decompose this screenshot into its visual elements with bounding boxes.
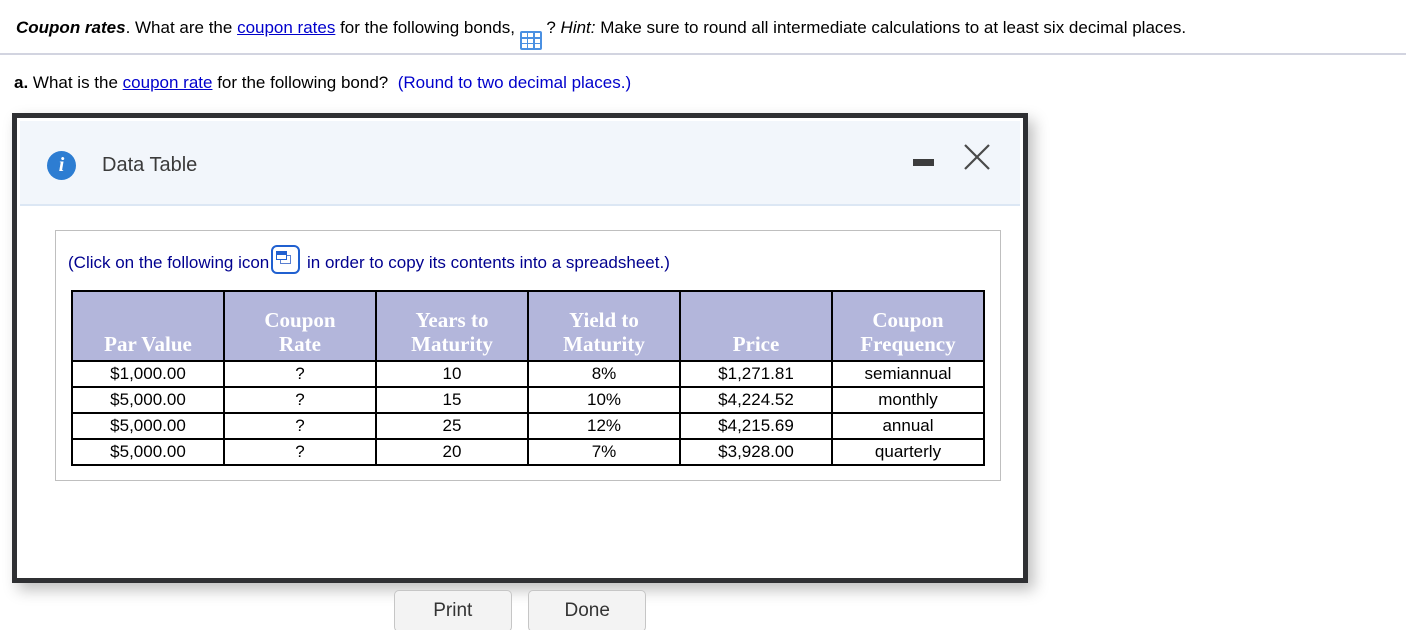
table-row: $1,000.00 ? 10 8% $1,271.81 semiannual: [71, 360, 985, 388]
column-header-coupon-rate: Coupon Rate: [223, 290, 377, 362]
close-icon[interactable]: [959, 139, 995, 175]
header-line-1: Coupon: [872, 308, 944, 332]
question2-text-a: What is the: [28, 73, 123, 92]
question-text-b: for the following bonds,: [335, 18, 520, 37]
cell-coupon-rate: ?: [223, 360, 377, 388]
hint-text: Make sure to round all intermediate calc…: [595, 18, 1187, 37]
hint-label: Hint:: [560, 18, 596, 37]
question-part-label: a.: [14, 73, 29, 92]
cell-coupon-rate: ?: [223, 412, 377, 440]
table-row: $5,000.00 ? 20 7% $3,928.00 quarterly: [71, 438, 985, 466]
table-head: Par Value Coupon Rate Years to Maturity: [71, 290, 985, 362]
question-text-a: . What are the: [125, 18, 238, 37]
cell-years-to-maturity: 10: [375, 360, 529, 388]
question-line-1: Coupon rates. What are the coupon rates …: [16, 15, 1186, 50]
cell-price: $4,224.52: [679, 386, 833, 414]
dialog-inner: i Data Table (Click on the following ico…: [17, 118, 1023, 630]
cell-coupon-frequency: monthly: [831, 386, 985, 414]
header-line-1: Years to: [415, 308, 489, 332]
cell-price: $1,271.81: [679, 360, 833, 388]
cell-yield-to-maturity: 12%: [527, 412, 681, 440]
header-line-2: Par Value: [104, 332, 192, 356]
cell-coupon-frequency: quarterly: [831, 438, 985, 466]
done-button[interactable]: Done: [528, 590, 647, 630]
cell-par-value: $5,000.00: [71, 438, 225, 466]
header-line-2: Rate: [279, 332, 321, 356]
header-line-2: Frequency: [860, 332, 956, 356]
dialog-body: (Click on the following icon in order to…: [20, 206, 1020, 630]
column-header-years-to-maturity: Years to Maturity: [375, 290, 529, 362]
coupon-rates-link[interactable]: coupon rates: [237, 18, 335, 37]
cell-coupon-rate: ?: [223, 386, 377, 414]
table-row: $5,000.00 ? 25 12% $4,215.69 annual: [71, 412, 985, 440]
cell-yield-to-maturity: 7%: [527, 438, 681, 466]
table-panel: (Click on the following icon in order to…: [55, 230, 1001, 481]
table-row: $5,000.00 ? 15 10% $4,224.52 monthly: [71, 386, 985, 414]
cell-par-value: $1,000.00: [71, 360, 225, 388]
minimize-button[interactable]: [913, 159, 934, 166]
bond-data-table: Par Value Coupon Rate Years to Maturity: [71, 290, 985, 466]
copy-hint-text-a: (Click on the following icon: [68, 253, 270, 272]
cell-coupon-rate: ?: [223, 438, 377, 466]
cell-years-to-maturity: 15: [375, 386, 529, 414]
header-line-1: Coupon: [264, 308, 336, 332]
copy-hint: (Click on the following icon in order to…: [66, 245, 990, 274]
copy-to-spreadsheet-icon[interactable]: [271, 245, 301, 274]
cell-coupon-frequency: semiannual: [831, 360, 985, 388]
cell-par-value: $5,000.00: [71, 412, 225, 440]
cell-price: $3,928.00: [679, 438, 833, 466]
cell-yield-to-maturity: 10%: [527, 386, 681, 414]
header-line-2: Maturity: [411, 332, 493, 356]
cell-price: $4,215.69: [679, 412, 833, 440]
print-button[interactable]: Print: [393, 590, 512, 630]
cell-par-value: $5,000.00: [71, 386, 225, 414]
cell-coupon-frequency: annual: [831, 412, 985, 440]
cell-yield-to-maturity: 8%: [527, 360, 681, 388]
info-icon: i: [47, 151, 76, 180]
coupon-rate-link[interactable]: coupon rate: [123, 73, 213, 92]
rounding-instruction: (Round to two decimal places.): [397, 73, 632, 92]
cell-years-to-maturity: 25: [375, 412, 529, 440]
table-header-row: Par Value Coupon Rate Years to Maturity: [71, 290, 985, 362]
horizontal-divider: [0, 53, 1406, 55]
page-root: Coupon rates. What are the coupon rates …: [0, 0, 1406, 630]
dialog-footer: Print Done: [20, 590, 1020, 630]
cell-years-to-maturity: 20: [375, 438, 529, 466]
dialog-title: Data Table: [102, 154, 198, 176]
copy-hint-text-b: in order to copy its contents into a spr…: [302, 253, 670, 272]
column-header-coupon-frequency: Coupon Frequency: [831, 290, 985, 362]
question-line-2: a. What is the coupon rate for the follo…: [14, 70, 631, 96]
data-table-dialog: i Data Table (Click on the following ico…: [12, 113, 1028, 630]
question2-text-b: for the following bond?: [212, 73, 389, 92]
column-header-par-value: Par Value: [71, 290, 225, 362]
header-line-2: Price: [732, 332, 780, 356]
column-header-yield-to-maturity: Yield to Maturity: [527, 290, 681, 362]
spreadsheet-grid-icon[interactable]: [519, 31, 542, 50]
question-text-c: ?: [541, 18, 561, 37]
header-line-2: Maturity: [563, 332, 645, 356]
table-body: $1,000.00 ? 10 8% $1,271.81 semiannual $…: [71, 360, 985, 466]
question-lead: Coupon rates: [16, 18, 126, 37]
column-header-price: Price: [679, 290, 833, 362]
dialog-title-bar: i Data Table: [20, 121, 1020, 206]
header-line-1: Yield to: [569, 308, 639, 332]
